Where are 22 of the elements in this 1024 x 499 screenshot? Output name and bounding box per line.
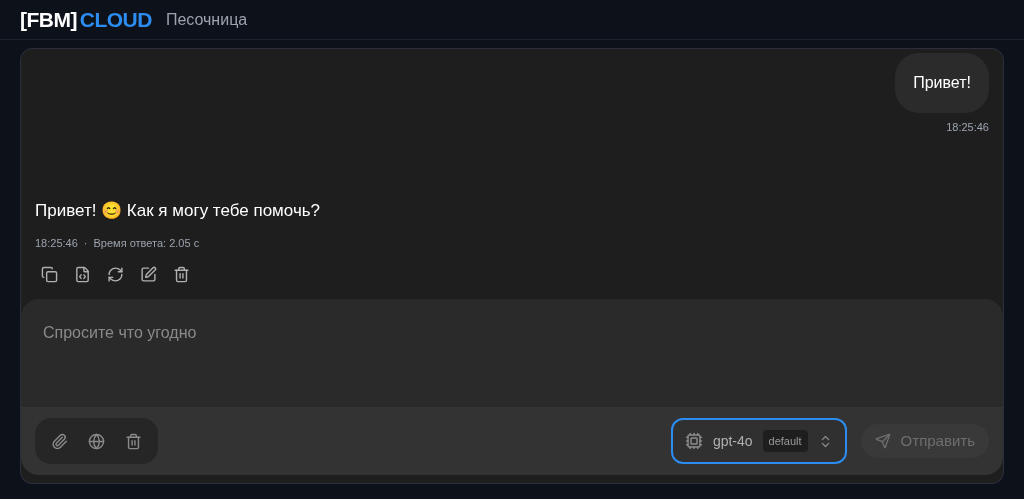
trash-icon[interactable] [173,265,190,283]
message-time: 18:25:46 [946,120,989,135]
logo-bracket-text: [FBM] [20,6,77,33]
model-selector[interactable]: gpt-4o default [670,418,847,464]
user-message: Привет! [895,53,989,113]
response-time: Время ответа: 2.05 с [93,236,200,251]
logo-cloud-text: CLOUD [79,6,152,33]
send-icon [874,433,891,449]
copy-icon[interactable] [41,265,58,283]
message-time: 18:25:46 [35,236,78,251]
message-input[interactable]: Спросите что угодно [21,299,1003,407]
web-search-button[interactable] [88,432,105,450]
code-file-icon[interactable] [74,265,91,283]
chip-icon [684,432,703,450]
assistant-message: Привет! 😊 Как я могу тебе помочь? [35,199,322,222]
attach-button[interactable] [51,432,68,450]
clear-button[interactable] [125,432,142,450]
separator-dot: · [83,236,88,251]
default-tag: default [762,429,808,453]
refresh-icon[interactable] [107,265,124,283]
page-title: Песочница [165,9,248,30]
edit-icon[interactable] [140,265,157,283]
